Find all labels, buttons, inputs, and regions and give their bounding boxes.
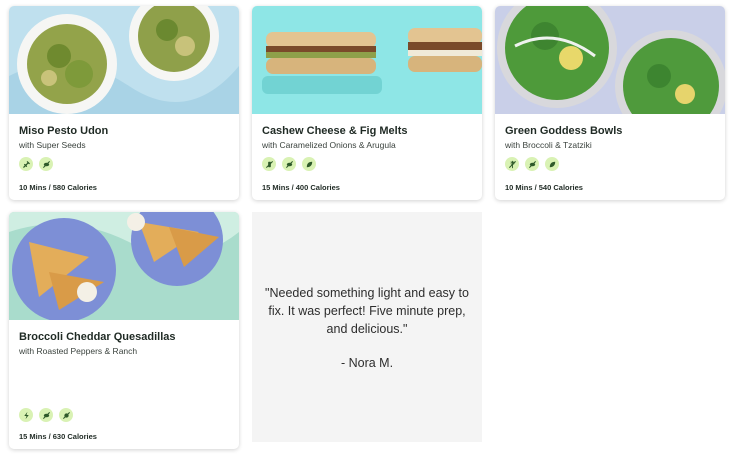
- recipe-title: Green Goddess Bowls: [505, 125, 623, 137]
- recipe-title: Broccoli Cheddar Quesadillas: [19, 331, 176, 343]
- recipe-card-broccoli-cheddar-quesadillas[interactable]: Broccoli Cheddar Quesadillas with Roaste…: [9, 212, 239, 449]
- recipe-subtitle: with Caramelized Onions & Arugula: [262, 140, 396, 150]
- testimonial-author: - Nora M.: [340, 356, 394, 370]
- recipe-photo: [9, 212, 239, 320]
- leaf-icon: [545, 157, 559, 171]
- recipe-card-miso-pesto-udon[interactable]: Miso Pesto Udon with Super Seeds 10 Mins…: [9, 6, 239, 200]
- diet-tags: [19, 408, 73, 422]
- recipe-card-green-goddess-bowls[interactable]: Green Goddess Bowls with Broccoli & Tzat…: [495, 6, 725, 200]
- no-meat-icon: [525, 157, 539, 171]
- testimonial-quote: "Needed something light and easy to fix.…: [265, 286, 469, 336]
- recipe-meta: 15 Mins / 630 Calories: [19, 432, 97, 441]
- recipe-title: Cashew Cheese & Fig Melts: [262, 125, 408, 137]
- no-gluten-icon: [505, 157, 519, 171]
- recipe-photo: [495, 6, 725, 114]
- no-meat-icon: [39, 408, 53, 422]
- recipe-meta: 10 Mins / 580 Calories: [19, 183, 97, 192]
- recipe-title: Miso Pesto Udon: [19, 125, 109, 137]
- no-dairy-icon: [262, 157, 276, 171]
- recipe-subtitle: with Broccoli & Tzatziki: [505, 140, 592, 150]
- testimonial-panel: "Needed something light and easy to fix.…: [252, 212, 482, 442]
- no-meat-icon: [39, 157, 53, 171]
- diet-tags: [262, 157, 472, 171]
- no-nuts-icon: [59, 408, 73, 422]
- no-meat-icon: [282, 157, 296, 171]
- diet-tags: [19, 157, 229, 171]
- recipe-meta: 10 Mins / 540 Calories: [505, 183, 583, 192]
- recipe-card-cashew-cheese-fig-melts[interactable]: Cashew Cheese & Fig Melts with Carameliz…: [252, 6, 482, 200]
- recipe-meta: 15 Mins / 400 Calories: [262, 183, 340, 192]
- recipe-photo: [9, 6, 239, 114]
- quick-icon: [19, 408, 33, 422]
- leaf-icon: [302, 157, 316, 171]
- diet-tags: [505, 157, 715, 171]
- recipe-subtitle: with Super Seeds: [19, 140, 86, 150]
- recipe-photo: [252, 6, 482, 114]
- recipe-subtitle: with Roasted Peppers & Ranch: [19, 346, 138, 356]
- kitchen-tool-icon: [19, 157, 33, 171]
